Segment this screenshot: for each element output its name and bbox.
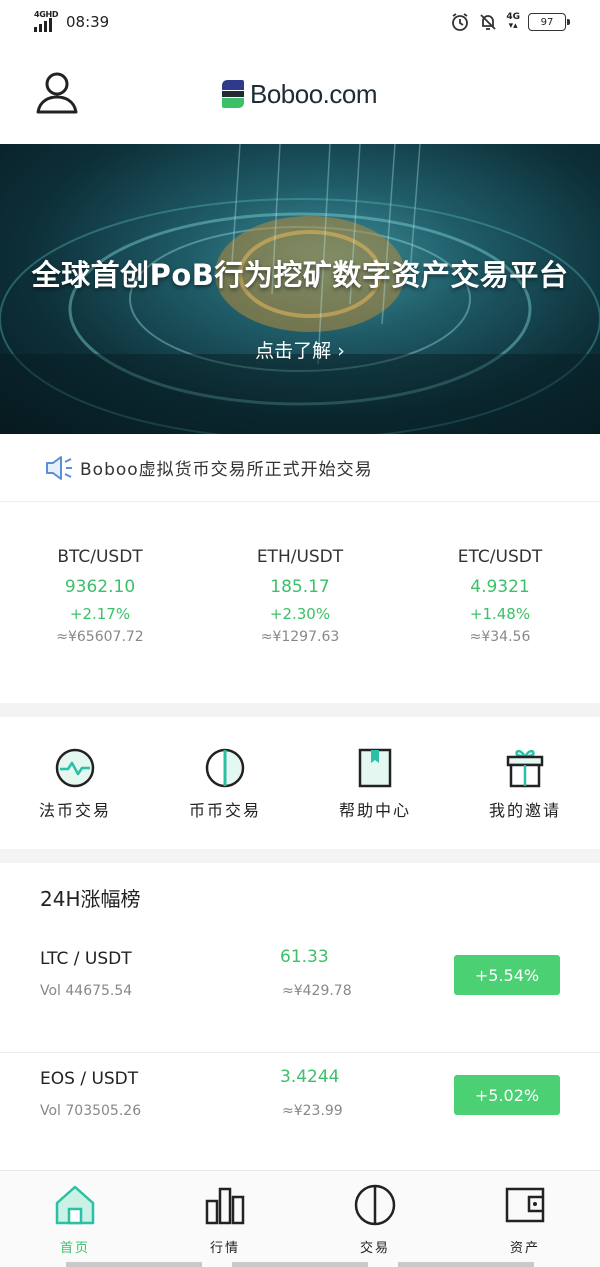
ticker-change: +1.48% bbox=[469, 605, 531, 623]
rank-volume: Vol 703505.26 bbox=[40, 1103, 142, 1119]
logo-text: Boboo.com bbox=[250, 78, 378, 109]
app-header: Boboo.com bbox=[0, 44, 600, 144]
rank-price: 61.33 bbox=[280, 947, 329, 967]
ticker-pair: BTC/USDT bbox=[57, 547, 143, 567]
quick-label: 我的邀请 bbox=[488, 801, 561, 820]
bottom-tab-bar: 首页 行情 交易 资产 bbox=[0, 1170, 600, 1267]
tab-market[interactable]: 行情 bbox=[150, 1171, 300, 1267]
system-nav-indicator bbox=[0, 1262, 600, 1267]
status-right: 4G ▾▴ 97 bbox=[450, 12, 570, 32]
tab-assets[interactable]: 资产 bbox=[450, 1171, 600, 1267]
ticker-price: 4.9321 bbox=[470, 577, 530, 597]
ticker-btc[interactable]: BTC/USDT 9362.10 +2.17% ≈¥65607.72 bbox=[0, 503, 200, 703]
announcement-bar[interactable]: Boboo虚拟货币交易所正式开始交易 bbox=[0, 434, 600, 502]
ticker-eth[interactable]: ETH/USDT 185.17 +2.30% ≈¥1297.63 bbox=[200, 503, 400, 703]
quick-label: 币币交易 bbox=[188, 801, 261, 820]
home-icon bbox=[55, 1185, 95, 1225]
tab-label: 交易 bbox=[359, 1241, 390, 1256]
ranking-row-eos[interactable]: EOS / USDT Vol 703505.26 3.4244 ≈¥23.99 … bbox=[0, 1053, 600, 1173]
section-divider bbox=[0, 849, 600, 863]
tab-label: 首页 bbox=[59, 1241, 90, 1256]
ticker-etc[interactable]: ETC/USDT 4.9321 +1.48% ≈¥34.56 bbox=[400, 503, 600, 703]
learn-more-link[interactable]: 点击了解 › bbox=[0, 336, 600, 363]
battery-icon: 97 bbox=[528, 13, 570, 31]
ticker-panel: BTC/USDT 9362.10 +2.17% ≈¥65607.72 ETH/U… bbox=[0, 503, 600, 703]
status-bar: 4GHD 08:39 4G ▾▴ 97 bbox=[0, 0, 600, 44]
ranking-row-ltc[interactable]: LTC / USDT Vol 44675.54 61.33 ≈¥429.78 +… bbox=[0, 933, 600, 1053]
quick-label: 法币交易 bbox=[38, 801, 111, 820]
ticker-cny: ≈¥1297.63 bbox=[260, 629, 340, 645]
market-chart-icon bbox=[205, 1187, 245, 1225]
ranking-title: 24H涨幅榜 bbox=[40, 887, 141, 911]
trade-icon bbox=[354, 1184, 396, 1226]
speaker-icon bbox=[46, 455, 72, 480]
tab-label: 行情 bbox=[209, 1241, 240, 1256]
battery-level: 97 bbox=[540, 16, 554, 28]
promo-banner[interactable]: 全球首创PoB行为挖矿数字资产交易平台 点击了解 › bbox=[0, 144, 600, 434]
rank-change-badge[interactable]: +5.54% bbox=[454, 955, 560, 995]
ticker-cny: ≈¥34.56 bbox=[469, 629, 531, 645]
alarm-icon bbox=[452, 13, 469, 31]
section-divider bbox=[0, 703, 600, 717]
coin-trade-icon bbox=[205, 748, 245, 788]
mute-bell-icon bbox=[480, 14, 496, 30]
rank-pair: LTC / USDT bbox=[40, 949, 132, 969]
status-left: 4GHD 08:39 bbox=[34, 10, 109, 32]
tab-home[interactable]: 首页 bbox=[0, 1171, 150, 1267]
wallet-icon bbox=[505, 1187, 545, 1223]
quick-coin-trade[interactable]: 币币交易 bbox=[150, 717, 300, 849]
announcement-text: Boboo虚拟货币交易所正式开始交易 bbox=[80, 460, 373, 480]
gift-icon bbox=[506, 749, 544, 788]
rank-volume: Vol 44675.54 bbox=[40, 983, 133, 999]
rank-cny: ≈¥429.78 bbox=[282, 983, 352, 999]
ticker-cny: ≈¥65607.72 bbox=[56, 629, 144, 645]
gainers-ranking: 24H涨幅榜 LTC / USDT Vol 44675.54 61.33 ≈¥4… bbox=[0, 863, 600, 1173]
ticker-change: +2.17% bbox=[69, 605, 131, 623]
ticker-price: 185.17 bbox=[270, 577, 330, 597]
quick-menu: 法币交易 币币交易 帮助中心 我的邀请 bbox=[0, 717, 600, 849]
quick-help-center[interactable]: 帮助中心 bbox=[300, 717, 450, 849]
ticker-price: 9362.10 bbox=[64, 577, 136, 597]
ticker-pair: ETC/USDT bbox=[457, 547, 543, 567]
rank-pair: EOS / USDT bbox=[40, 1069, 139, 1089]
banner-title: 全球首创PoB行为挖矿数字资产交易平台 bbox=[31, 258, 569, 292]
mobile-data-indicator: 4G ▾▴ bbox=[506, 12, 520, 31]
quick-fiat-trade[interactable]: 法币交易 bbox=[0, 717, 150, 849]
status-time: 08:39 bbox=[66, 13, 110, 31]
ticker-change: +2.30% bbox=[269, 605, 331, 623]
quick-my-invites[interactable]: 我的邀请 bbox=[450, 717, 600, 849]
user-icon[interactable] bbox=[34, 70, 80, 116]
rank-change-badge[interactable]: +5.02% bbox=[454, 1075, 560, 1115]
rank-price: 3.4244 bbox=[280, 1067, 340, 1087]
help-book-icon bbox=[358, 748, 392, 788]
logo-mark-icon bbox=[222, 80, 244, 108]
fiat-trade-icon bbox=[55, 748, 95, 788]
signal-icon: 4GHD bbox=[34, 10, 60, 32]
brand-logo[interactable]: Boboo.com bbox=[220, 78, 378, 110]
rank-cny: ≈¥23.99 bbox=[282, 1103, 343, 1119]
tab-trade[interactable]: 交易 bbox=[300, 1171, 450, 1267]
tab-label: 资产 bbox=[509, 1241, 540, 1256]
ticker-pair: ETH/USDT bbox=[256, 547, 344, 567]
quick-label: 帮助中心 bbox=[338, 801, 411, 820]
